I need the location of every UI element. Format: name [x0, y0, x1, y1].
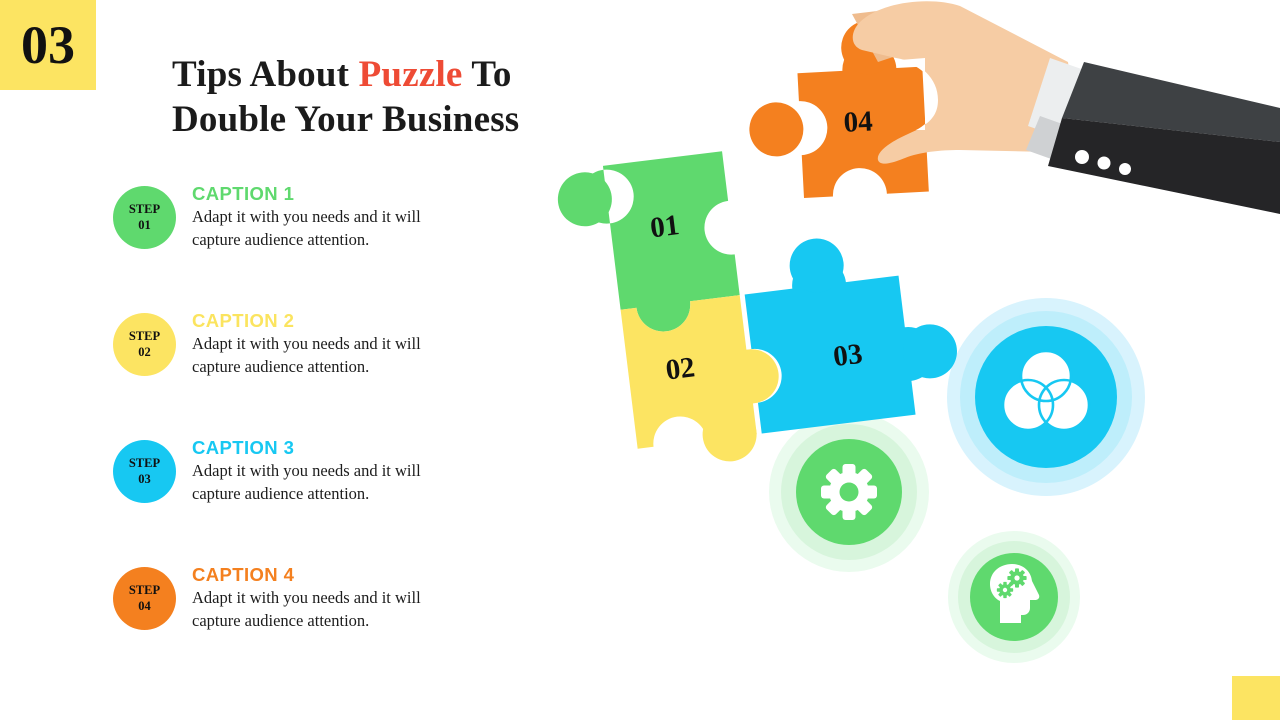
corner-accent-square [1232, 676, 1280, 720]
puzzle-illustration: 01 02 03 04 [557, 1, 1280, 663]
gear-icon [769, 412, 929, 572]
puzzle-piece-04-number: 04 [843, 105, 874, 138]
puzzle-piece-02-number: 02 [664, 351, 697, 386]
puzzle-piece-03-number: 03 [832, 338, 865, 373]
venn-diagram-icon [947, 298, 1145, 496]
head-gears-icon [948, 531, 1080, 663]
puzzle-piece-01-number: 01 [648, 209, 681, 244]
